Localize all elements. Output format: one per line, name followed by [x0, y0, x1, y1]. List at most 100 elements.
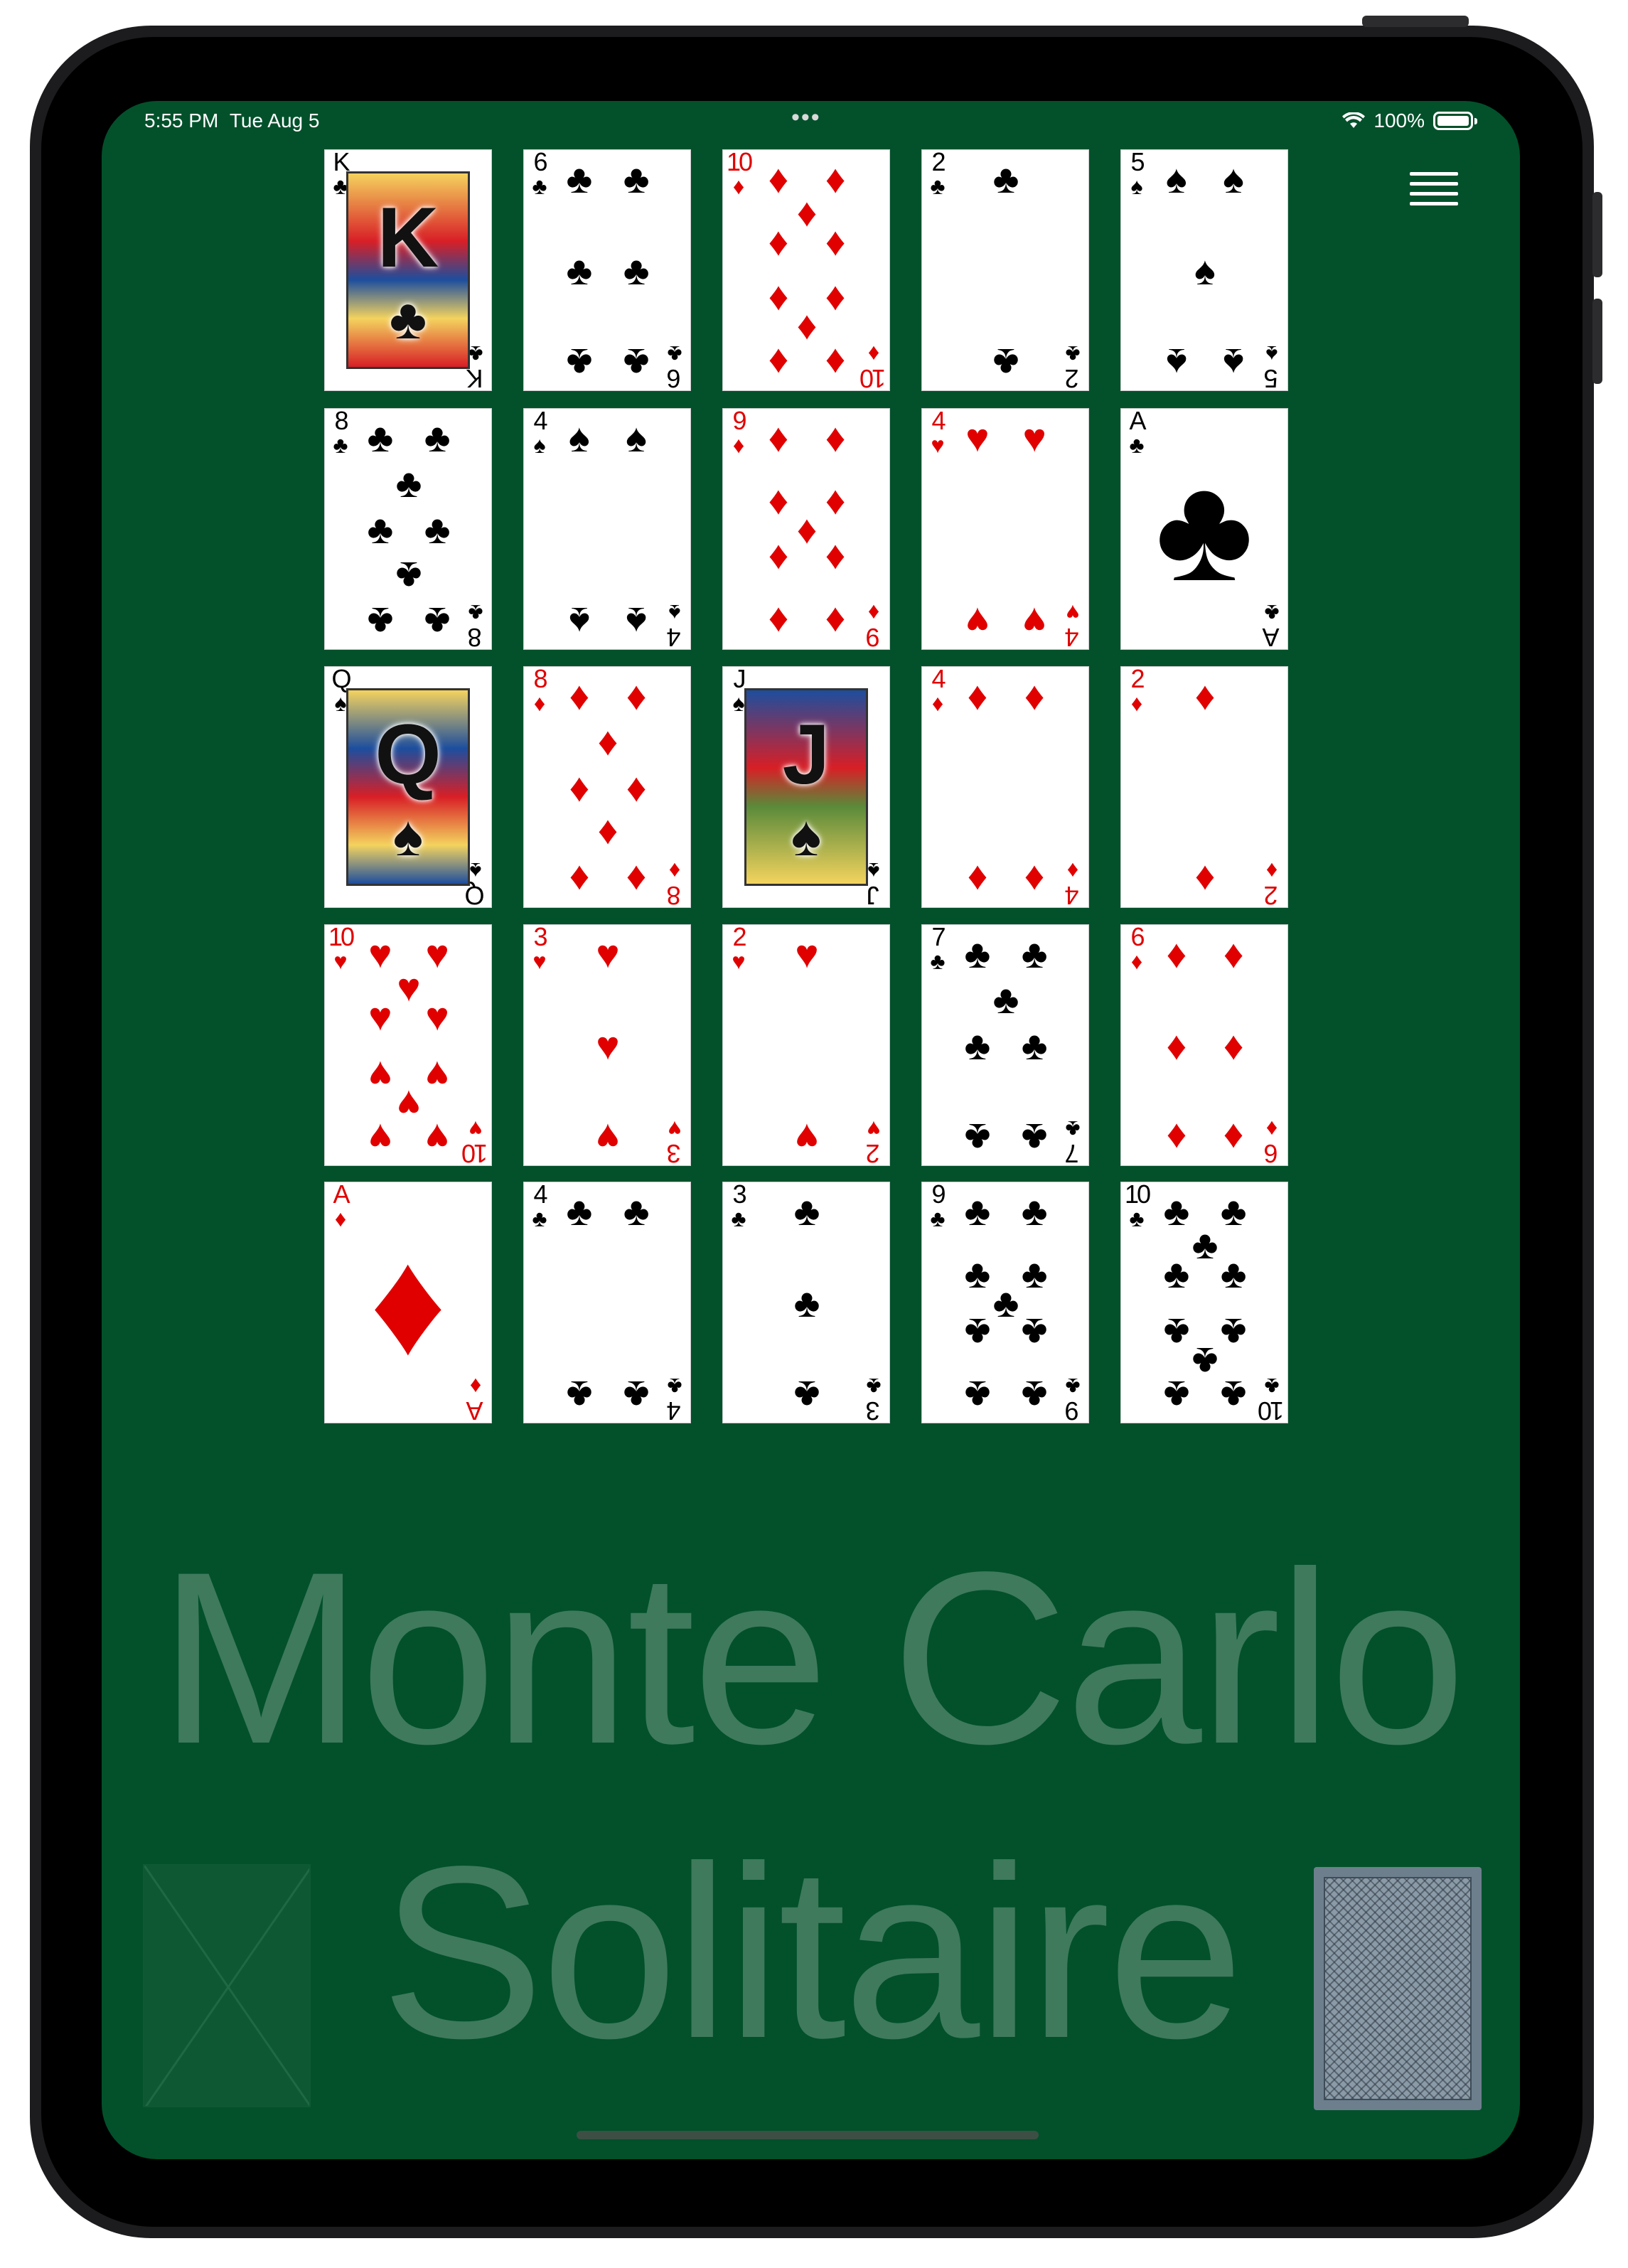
card[interactable]: 2 ♥ 2 ♥ ♥ ♥	[722, 924, 890, 1166]
card-suit: ♣	[1264, 600, 1280, 626]
card-corner-top: 4 ♣	[525, 1182, 554, 1231]
card-corner-top: 10 ♥	[326, 925, 355, 973]
card-suit: ♣	[532, 173, 547, 199]
card[interactable]: 8 ♣ 8 ♣ ♣ ♣ ♣ ♣ ♣ ♣ ♣ ♣	[324, 408, 492, 650]
card[interactable]: 4 ♠ 4 ♠ ♠ ♠ ♠ ♠	[523, 408, 691, 650]
suit-pip: ♣	[623, 1373, 650, 1418]
status-right: 100%	[1342, 109, 1477, 132]
card[interactable]: 10 ♥ 10 ♥ ♥ ♥ ♥ ♥ ♥ ♥ ♥ ♥ ♥ ♥	[324, 924, 492, 1166]
suit-pip: ♦	[626, 765, 647, 810]
card-corner-top: 2 ♦	[1123, 667, 1151, 715]
card-rank: 4	[1066, 623, 1079, 650]
card-rank: 2	[1130, 666, 1145, 693]
card-suit: ♦	[867, 341, 880, 367]
card[interactable]: K ♣ K ♣ K ♣	[324, 149, 492, 391]
card-rank: 3	[533, 924, 547, 951]
card-corner-bottom: A ♣	[1258, 600, 1286, 649]
card-suit: ♥	[468, 1116, 483, 1142]
suit-pip: ♥	[425, 1116, 449, 1161]
card[interactable]: 5 ♠ 5 ♠ ♠ ♠ ♠ ♠ ♠	[1120, 149, 1288, 391]
suit-pip: ♦	[825, 341, 846, 386]
card-suit: ♠	[1130, 173, 1143, 199]
suit-pip: ♥	[795, 931, 819, 976]
card-suit: ♦	[732, 432, 745, 458]
empty-foundation-pile[interactable]	[143, 1864, 311, 2107]
status-time: 5:55 PM Tue Aug 5	[144, 109, 320, 132]
suit-pip: ♦	[825, 414, 846, 460]
suit-pip: ♦	[597, 719, 618, 764]
card-corner-top: A ♣	[1123, 409, 1151, 457]
card-rank: 7	[1066, 1139, 1079, 1166]
suit-pip: ♦	[597, 811, 618, 857]
card-suit: ♣	[667, 341, 682, 367]
card[interactable]: 10 ♣ 10 ♣ ♣ ♣ ♣ ♣ ♣ ♣ ♣ ♣ ♣ ♣	[1120, 1182, 1288, 1423]
stock-pile[interactable]	[1314, 1867, 1482, 2110]
card[interactable]: 6 ♣ 6 ♣ ♣ ♣ ♣ ♣ ♣ ♣	[523, 149, 691, 391]
multitasking-dots[interactable]: •••	[791, 104, 821, 132]
card-corner-bottom: 10 ♥	[461, 1116, 490, 1165]
suit-pip: ♣	[1021, 931, 1048, 976]
suit-pip: ♣	[793, 1280, 820, 1325]
game-screen: 5:55 PM Tue Aug 5 ••• 100% K ♣ K ♣ K ♣ 6 ♣ 6 ♣ ♣ ♣ ♣…	[102, 101, 1520, 2159]
card[interactable]: 3 ♥ 3 ♥ ♥ ♥ ♥	[523, 924, 691, 1166]
suit-pip: ♦	[825, 219, 846, 264]
card-rank: 4	[668, 1396, 681, 1423]
card[interactable]: Q ♠ Q ♠ Q ♠	[324, 666, 492, 908]
suit-pip: ♣	[1021, 1310, 1048, 1355]
card-suit: ♥	[867, 1116, 881, 1142]
card[interactable]: 9 ♦ 9 ♦ ♦ ♦ ♦ ♦ ♦ ♦ ♦ ♦ ♦	[722, 408, 890, 650]
card-corner-top: 4 ♠	[525, 409, 554, 457]
card[interactable]: 4 ♦ 4 ♦ ♦ ♦ ♦ ♦	[921, 666, 1089, 908]
suit-pip: ♣	[992, 977, 1019, 1022]
suit-pip: ♣	[566, 156, 593, 201]
suit-pip: ♥	[965, 414, 990, 460]
card[interactable]: 6 ♦ 6 ♦ ♦ ♦ ♦ ♦ ♦ ♦	[1120, 924, 1288, 1166]
card[interactable]: J ♠ J ♠ J ♠	[722, 666, 890, 908]
card-corner-bottom: 2 ♦	[1258, 858, 1286, 908]
card[interactable]: 4 ♥ 4 ♥ ♥ ♥ ♥ ♥	[921, 408, 1089, 650]
card-rank: 2	[1066, 364, 1079, 391]
card[interactable]: A ♣ A ♣ ♣	[1120, 408, 1288, 650]
card-rank: 8	[469, 623, 482, 650]
card-rank: 6	[668, 364, 681, 391]
card-rank: A	[1129, 408, 1146, 435]
suit-pip: ♠	[569, 414, 590, 460]
card-corner-top: 6 ♦	[1123, 925, 1151, 973]
card[interactable]: 3 ♣ 3 ♣ ♣ ♣ ♣	[722, 1182, 890, 1423]
suit-pip: ♦	[768, 341, 789, 386]
hamburger-menu-icon[interactable]	[1410, 172, 1458, 216]
suit-pip: ♥	[425, 994, 449, 1039]
card-rank: 3	[867, 1396, 880, 1423]
card-rank: 2	[1265, 881, 1278, 908]
card-rank: 9	[931, 1182, 946, 1209]
card-rank: K	[333, 149, 350, 176]
home-indicator[interactable]	[577, 2131, 1039, 2139]
card-rank: 6	[1265, 1139, 1278, 1166]
card-suit: ♣	[866, 1374, 882, 1399]
card-corner-bottom: 4 ♠	[660, 600, 689, 649]
card[interactable]: 2 ♣ 2 ♣ ♣ ♣	[921, 149, 1089, 391]
card[interactable]: 2 ♦ 2 ♦ ♦ ♦	[1120, 666, 1288, 908]
suit-pip: ♣	[566, 341, 593, 386]
suit-pip: ♣	[566, 1373, 593, 1418]
card-suit: ♣	[667, 1374, 682, 1399]
face-card-artwork: Q ♠	[346, 688, 470, 886]
card[interactable]: A ♦ A ♦ ♦	[324, 1182, 492, 1423]
card-suit: ♥	[732, 948, 746, 974]
card[interactable]: 8 ♦ 8 ♦ ♦ ♦ ♦ ♦ ♦ ♦ ♦ ♦	[523, 666, 691, 908]
card[interactable]: 7 ♣ 7 ♣ ♣ ♣ ♣ ♣ ♣ ♣ ♣	[921, 924, 1089, 1166]
suit-pip: ♦	[1024, 857, 1045, 903]
suit-pip: ♣	[964, 931, 991, 976]
card-rank: 2	[732, 924, 746, 951]
suit-pip: ♦	[626, 857, 647, 903]
card-rank: 7	[931, 924, 946, 951]
suit-pip: ♣	[964, 1373, 991, 1418]
card[interactable]: 9 ♣ 9 ♣ ♣ ♣ ♣ ♣ ♣ ♣ ♣ ♣ ♣	[921, 1182, 1089, 1423]
card[interactable]: 10 ♦ 10 ♦ ♦ ♦ ♦ ♦ ♦ ♦ ♦ ♦ ♦ ♦	[722, 149, 890, 391]
suit-pip: ♣	[1163, 1251, 1190, 1297]
card[interactable]: 4 ♣ 4 ♣ ♣ ♣ ♣ ♣	[523, 1182, 691, 1423]
suit-pip: ♣	[992, 341, 1019, 386]
card-corner-bottom: 4 ♣	[660, 1374, 689, 1423]
face-suit-icon: ♠	[392, 804, 424, 867]
card-suit: ♣	[1065, 1374, 1081, 1399]
